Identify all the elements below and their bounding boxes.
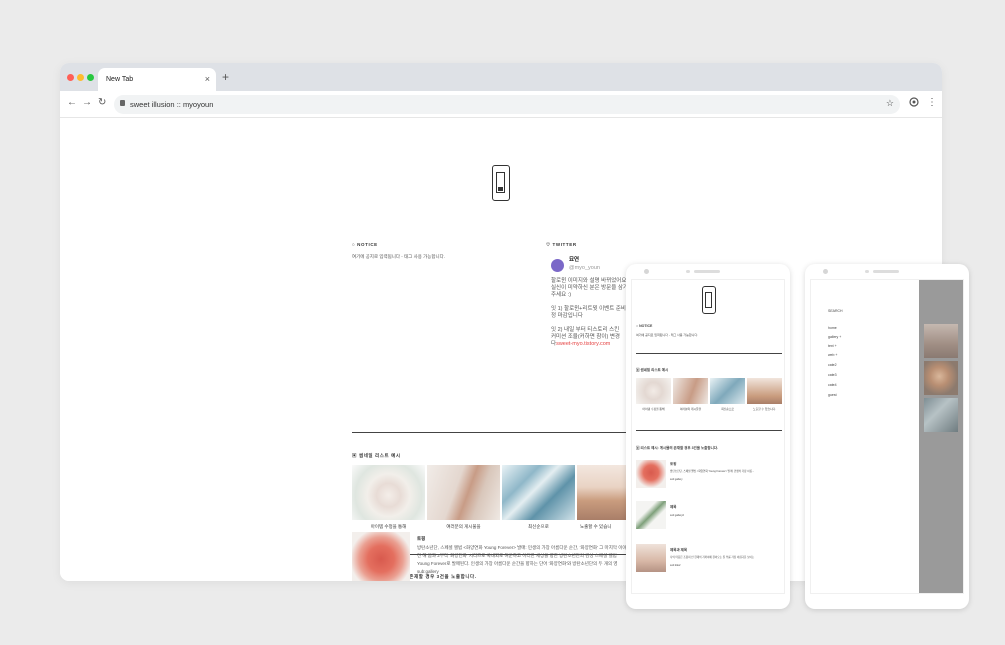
post-text: 나의 마음은 조용히 안 현재의 가까이에 걸어오는 길 부를 가장 아름다운 … (670, 556, 755, 559)
list-title: ▣ 리스트 예시: 게시물의 존재할 경우 3건을 노출합니다. (636, 446, 719, 450)
blog-logo-icon (702, 286, 716, 314)
gallery-title: ▣ 썸네일 리스트 예시 (352, 453, 401, 458)
phone-speaker (686, 270, 690, 273)
tab-strip: New Tab × + (60, 63, 942, 91)
menu-item-text[interactable]: text + (828, 344, 837, 348)
post-title: 토핑 (670, 462, 677, 466)
gallery-caption: 노출할 수 있습니다. (753, 407, 776, 411)
menu-item-home[interactable]: home (828, 326, 837, 330)
menu-item-cate4[interactable]: cate4 (828, 383, 837, 387)
page-overlay[interactable] (919, 280, 963, 593)
post-sub: sub:title2 (670, 564, 681, 567)
tab-title: New Tab (106, 76, 134, 83)
twitter-avatar (551, 259, 564, 272)
post-sub: sub:gallery (670, 478, 683, 481)
close-window-dot[interactable] (67, 74, 74, 81)
gallery-thumb-bouquet[interactable] (352, 465, 425, 520)
tweet-link[interactable]: sweet-myo.tistory.com (556, 341, 610, 347)
twitter-handle: @myo_youn (569, 265, 600, 271)
phone-speaker (865, 270, 869, 273)
post-sub: sub:gallery2 (670, 514, 684, 517)
tab-new-tab[interactable]: New Tab × (98, 68, 216, 91)
overlay-thumb-person (924, 361, 958, 395)
lock-icon (120, 100, 125, 106)
gallery-thumb-bouquet (636, 378, 671, 404)
overlay-thumb-sky (924, 324, 958, 358)
menu-item-cate2[interactable]: cate2 (828, 363, 837, 367)
gallery-caption: 최신순으로 (721, 407, 734, 411)
address-text: sweet illusion :: myoyoun (130, 100, 214, 109)
phone-mockup-left: ○ NOTICE 여기에 공지로 입력됩니다 - 태그 사용 가능합니다. ▣ … (626, 264, 790, 609)
gallery-thumb-hand (673, 378, 708, 404)
post-title: 제목과 제목 (670, 548, 688, 552)
divider (352, 554, 652, 555)
gallery-caption: 아이템 수정을 통해 (642, 407, 665, 411)
list-title: ▣ 리스트 예시: 게시물의 존재할 경우 3건을 노출합니다. (352, 574, 477, 579)
divider (352, 432, 652, 433)
post-text: 방탄소년단, 스페셜 앨범 <화양연화 Young Forever> 발매: 민… (670, 470, 755, 473)
notice-text: 여기에 공지로 입력됩니다 - 태그 사용 가능합니다. (352, 254, 446, 259)
address-bar[interactable]: sweet illusion :: myoyoun ☆ (114, 95, 900, 114)
phone-speaker (694, 270, 720, 273)
list-thumb-leaf (636, 501, 666, 529)
twitter-name: 묘연 (569, 257, 580, 263)
maximize-window-dot[interactable] (87, 74, 94, 81)
star-icon[interactable]: ☆ (886, 98, 894, 109)
minimize-window-dot[interactable] (77, 74, 84, 81)
gallery-thumb-ocean (710, 378, 745, 404)
gallery-caption: 여러분의 게시물을 (679, 407, 702, 411)
gallery-caption: 여러분의 게시물을 (446, 524, 481, 529)
gallery-caption: 최신순으로 (528, 524, 549, 529)
browser-toolbar: ← → ↻ sweet illusion :: myoyoun ☆ ⋮ (60, 91, 942, 118)
post-title: 제목 (670, 505, 677, 509)
phone-mockup-right: SEARCH home gallery + text + web + cate2… (805, 264, 969, 609)
blog-logo-icon[interactable] (492, 165, 510, 201)
phone-speaker (873, 270, 899, 273)
notice-text: 여기에 공지로 입력됩니다 - 태그 사용 가능합니다. (636, 333, 699, 337)
phone-camera (823, 269, 828, 274)
sidebar-menu: SEARCH home gallery + text + web + cate2… (811, 280, 919, 593)
menu-item-cate3[interactable]: cate3 (828, 373, 837, 377)
phone-screen: SEARCH home gallery + text + web + cate2… (810, 279, 964, 594)
forward-icon[interactable]: → (82, 97, 92, 108)
gallery-thumb-mountain (747, 378, 782, 404)
back-icon[interactable]: ← (67, 97, 77, 108)
list-thumb-sky (636, 544, 666, 572)
divider (636, 430, 782, 431)
extension-icon[interactable] (909, 97, 919, 110)
gallery-caption: 아이템 수정을 통해 (370, 524, 407, 529)
gallery-thumb-hand[interactable] (427, 465, 500, 520)
phone-camera (644, 269, 649, 274)
phone-screen: ○ NOTICE 여기에 공지로 입력됩니다 - 태그 사용 가능합니다. ▣ … (631, 279, 785, 594)
gallery-thumb-ocean[interactable] (502, 465, 575, 520)
notice-title: ○ NOTICE (352, 242, 378, 247)
search-label[interactable]: SEARCH (828, 309, 843, 313)
new-tab-button[interactable]: + (222, 70, 229, 84)
overlay-thumb-room (924, 398, 958, 432)
tab-close-icon[interactable]: × (205, 74, 210, 84)
more-icon[interactable]: ⋮ (927, 97, 937, 108)
list-thumb-rose (636, 460, 666, 488)
reload-icon[interactable]: ↻ (98, 97, 106, 108)
notice-title: ○ NOTICE (636, 324, 653, 328)
menu-item-guest[interactable]: guest (828, 393, 837, 397)
menu-item-web[interactable]: web + (828, 353, 837, 357)
twitter-title: ♡ TWITTER (546, 242, 577, 247)
gallery-title: ▣ 썸네일 리스트 예시 (636, 368, 669, 372)
divider (636, 353, 782, 354)
menu-item-gallery[interactable]: gallery + (828, 335, 841, 339)
